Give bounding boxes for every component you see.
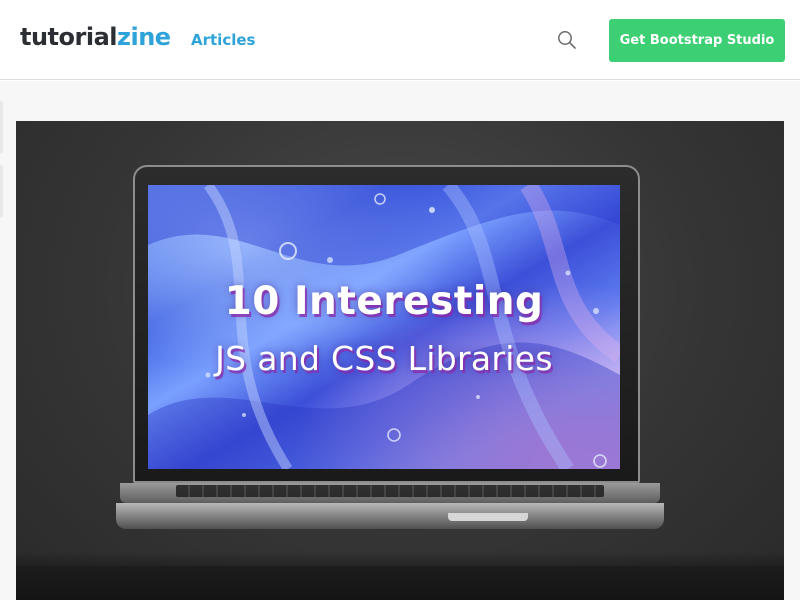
get-bootstrap-studio-button[interactable]: Get Bootstrap Studio bbox=[609, 19, 785, 62]
site-header: tutorialzine Articles Get Bootstrap Stud… bbox=[0, 0, 800, 80]
logo-accent-text: zine bbox=[117, 23, 171, 51]
laptop-notch bbox=[448, 513, 528, 521]
nav-link-articles[interactable]: Articles bbox=[191, 30, 255, 50]
side-tab-bottom[interactable] bbox=[0, 165, 3, 217]
search-icon[interactable] bbox=[556, 29, 578, 51]
hero-headline-line-2: JS and CSS Libraries bbox=[215, 339, 553, 378]
desk-surface bbox=[16, 566, 784, 600]
logo-main-text: tutorial bbox=[20, 23, 118, 51]
laptop-keyboard bbox=[176, 485, 604, 497]
fluid-art-background bbox=[148, 185, 620, 469]
search-icon-graphic bbox=[558, 31, 576, 49]
site-logo[interactable]: tutorialzine bbox=[20, 22, 171, 52]
laptop-screen: 10 Interesting JS and CSS Libraries bbox=[148, 185, 620, 469]
hero-headline-line-1: 10 Interesting bbox=[224, 279, 544, 324]
side-tab-top[interactable] bbox=[0, 101, 3, 153]
hero-image[interactable]: 10 Interesting JS and CSS Libraries bbox=[16, 121, 784, 600]
laptop-base-front bbox=[116, 503, 664, 529]
